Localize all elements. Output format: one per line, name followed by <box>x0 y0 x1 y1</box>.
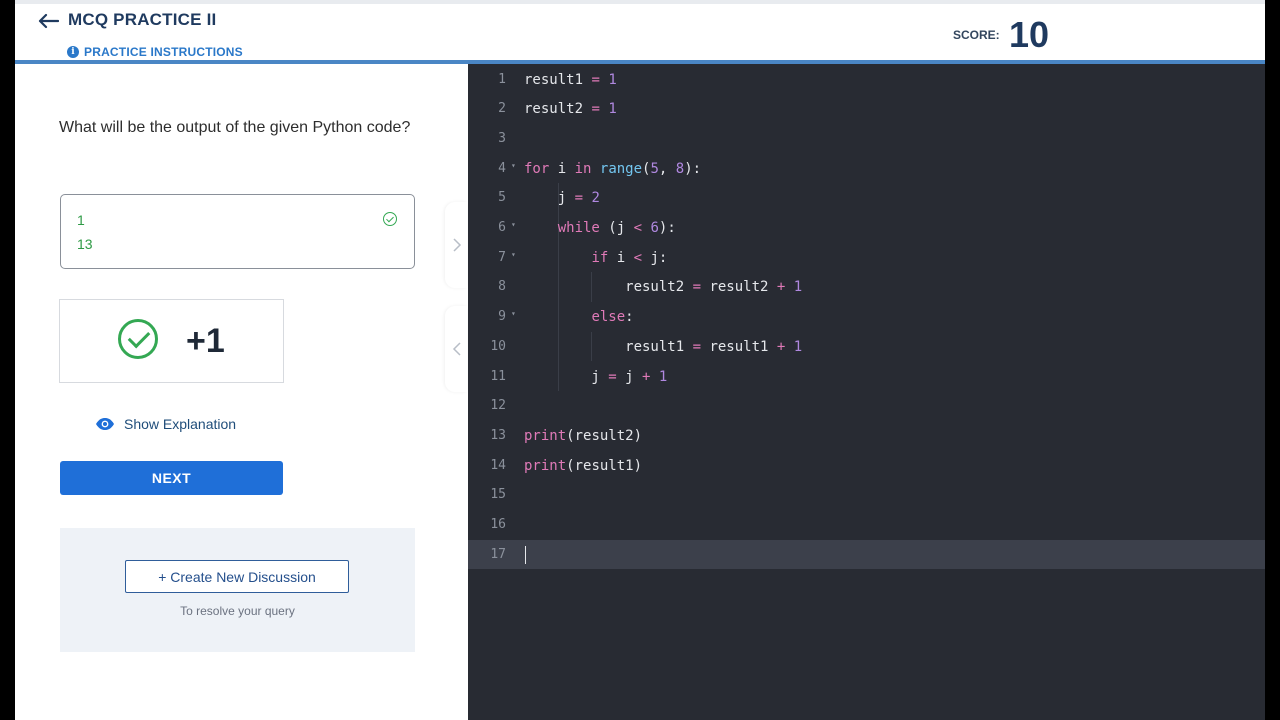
line-number: 6 <box>498 220 506 235</box>
code-text: if i < j: <box>591 249 668 266</box>
fold-toggle-icon[interactable]: ▾ <box>511 161 516 170</box>
code-editor[interactable]: 1 result1 = 1 2 result2 = 1 3 4 ▾ for i in rang… <box>468 64 1265 720</box>
code-text: result2 = 1 <box>524 101 617 118</box>
points-earned: +1 <box>186 322 225 360</box>
code-text: j = 2 <box>524 190 600 207</box>
code-text: else: <box>591 309 634 326</box>
code-line[interactable]: 4 ▾ for i in range(5, 8): <box>468 154 1265 184</box>
line-number: 11 <box>490 368 506 384</box>
code-line[interactable]: 12 <box>468 391 1265 421</box>
fold-toggle-icon[interactable]: ▾ <box>511 220 516 229</box>
show-explanation-link[interactable]: Show Explanation <box>95 416 236 432</box>
line-number: 12 <box>490 398 506 414</box>
code-line[interactable]: 14 print(result1) <box>468 451 1265 481</box>
code-text: result1 = 1 <box>524 71 617 88</box>
line-number: 8 <box>498 279 506 295</box>
header-bar: MCQ PRACTICE II i PRACTICE INSTRUCTIONS … <box>15 0 1265 62</box>
code-text: j = j + 1 <box>524 368 668 385</box>
show-explanation-label: Show Explanation <box>124 416 237 432</box>
code-line[interactable]: 17 <box>468 539 1265 570</box>
code-text: while (j < 6): <box>557 220 676 236</box>
next-button[interactable]: NEXT <box>60 461 283 495</box>
line-number: 5 <box>498 190 506 206</box>
chevron-left-icon <box>452 342 461 356</box>
result-card: +1 <box>59 299 284 383</box>
answer-line-1: 1 <box>77 212 85 228</box>
line-number: 3 <box>498 130 506 146</box>
line-number: 10 <box>490 338 506 354</box>
code-text: result1 = result1 + 1 <box>524 338 803 355</box>
code-line[interactable]: 8 result2 = result2 + 1 <box>468 272 1265 302</box>
code-text: result2 = result2 + 1 <box>524 279 803 296</box>
line-number: 1 <box>498 71 506 87</box>
code-line[interactable]: 11 j = j + 1 <box>468 362 1265 392</box>
line-number: 15 <box>490 487 506 503</box>
check-circle-icon <box>118 319 158 359</box>
fold-toggle-icon[interactable]: ▾ <box>511 250 516 259</box>
line-number: 16 <box>490 517 506 532</box>
code-line[interactable]: 6 ▾ while (j < 6): <box>468 213 1265 243</box>
code-line[interactable]: 2 result2 = 1 <box>468 94 1265 124</box>
code-line[interactable]: 5 j = 2 <box>468 183 1265 213</box>
question-text: What will be the output of the given Pyt… <box>59 119 411 136</box>
code-line[interactable]: 10 result1 = result1 + 1 <box>468 332 1265 362</box>
code-line[interactable]: 13 print(result2) <box>468 421 1265 451</box>
eye-icon <box>96 418 114 430</box>
code-text: print(result2) <box>524 427 643 444</box>
code-line[interactable]: 3 <box>468 124 1265 154</box>
line-number: 17 <box>490 546 506 562</box>
back-arrow-icon[interactable] <box>37 13 59 29</box>
line-number: 14 <box>490 457 506 473</box>
answer-line-2: 13 <box>77 236 93 252</box>
score-value: 10 <box>1009 14 1050 55</box>
code-line[interactable]: 7 ▾ if i < j: <box>468 243 1265 273</box>
practice-instructions-link[interactable]: i PRACTICE INSTRUCTIONS <box>67 45 243 59</box>
code-line[interactable]: 1 result1 = 1 <box>468 65 1265 95</box>
line-number: 13 <box>490 427 506 443</box>
expand-panel-toggle[interactable] <box>445 202 467 288</box>
discussion-panel: + Create New Discussion To resolve your … <box>60 528 415 652</box>
code-line[interactable]: 15 <box>468 480 1265 510</box>
chevron-right-icon <box>453 238 462 252</box>
line-number: 7 <box>498 249 506 265</box>
fold-toggle-icon[interactable]: ▾ <box>511 309 516 318</box>
question-panel: What will be the output of the given Pyt… <box>15 64 468 720</box>
code-text: print(result1) <box>524 457 643 474</box>
line-number: 4 <box>498 160 506 176</box>
discussion-subtext: To resolve your query <box>180 604 295 618</box>
code-line[interactable]: 16 <box>468 510 1265 540</box>
line-number: 9 <box>498 309 506 325</box>
answer-option-selected[interactable]: 1 13 <box>60 194 415 269</box>
info-icon: i <box>67 46 79 58</box>
code-text: for i in range(5, 8): <box>524 160 702 177</box>
line-number: 2 <box>498 101 506 117</box>
app-window: MCQ PRACTICE II i PRACTICE INSTRUCTIONS … <box>15 0 1265 720</box>
create-discussion-button[interactable]: + Create New Discussion <box>125 560 349 593</box>
text-cursor <box>525 545 526 564</box>
score-label: SCORE: <box>953 28 1000 42</box>
check-circle-icon <box>383 212 397 226</box>
page-title: MCQ PRACTICE II <box>68 10 217 29</box>
collapse-panel-toggle[interactable] <box>445 306 467 392</box>
practice-instructions-label: PRACTICE INSTRUCTIONS <box>84 45 243 59</box>
code-line[interactable]: 9 ▾ else: <box>468 302 1265 332</box>
